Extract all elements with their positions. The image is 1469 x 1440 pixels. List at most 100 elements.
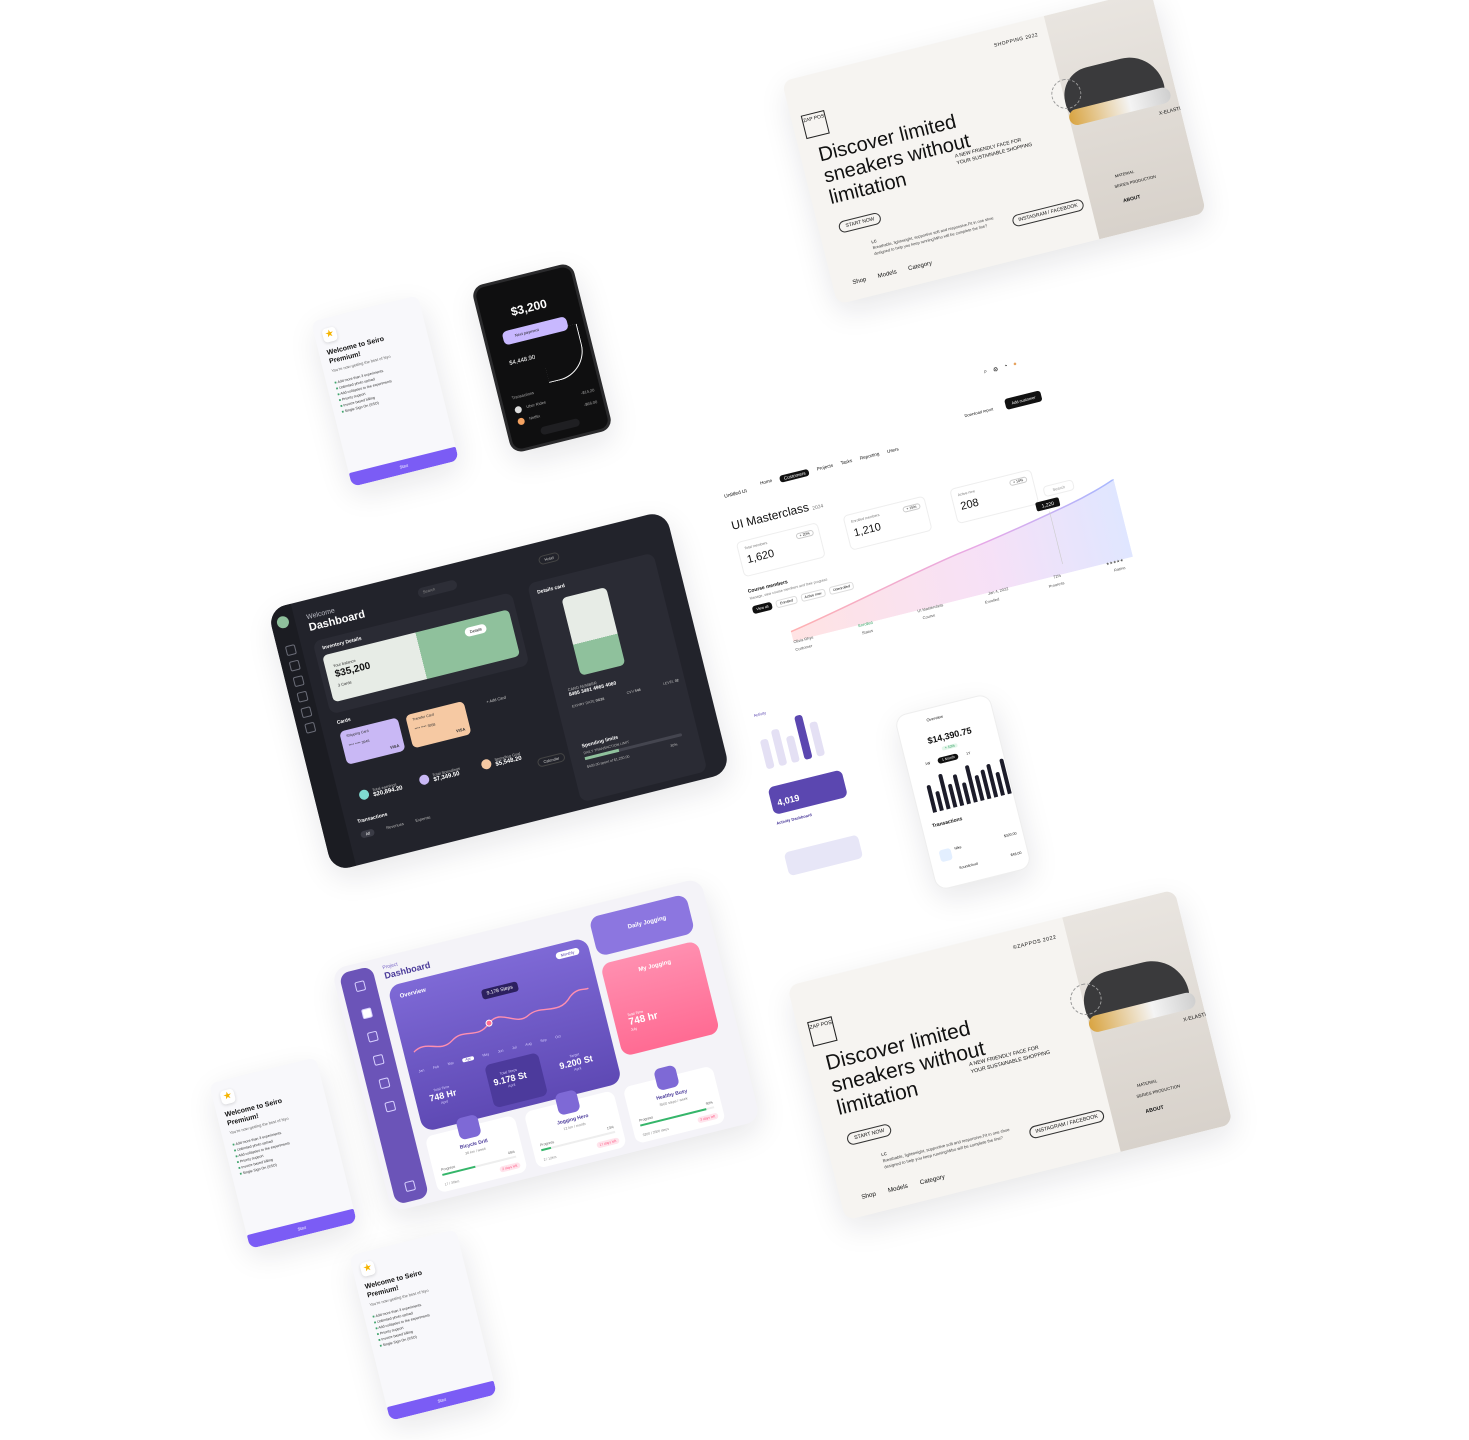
period-select[interactable]: Monthly	[555, 947, 581, 960]
message-icon[interactable]	[300, 706, 313, 719]
stat-badge: + 15%	[901, 502, 922, 514]
card-brand: VISA	[455, 726, 466, 734]
expiry-label: EXPIRY DATE	[571, 699, 596, 709]
feature-list: Add more than 3 experiments Unlimited ph…	[372, 1301, 435, 1349]
brand-name: Untitled UI	[723, 488, 748, 500]
nav-users[interactable]: Users	[886, 446, 899, 456]
tile-pct: 45%	[507, 1149, 516, 1156]
tile-tag: 17 days left	[595, 1137, 620, 1149]
footer-nav: Shop Models Category	[861, 1174, 946, 1201]
tile-healthy-busy[interactable]: Healthy Busy 3500 steps / week Progress …	[622, 1064, 726, 1145]
level-label: LEVEL	[662, 679, 675, 687]
level-value: 02	[674, 678, 680, 684]
bell-icon[interactable]	[354, 980, 367, 993]
steps-panel[interactable]: 4,019	[767, 769, 849, 816]
nav-category[interactable]: Category	[919, 1174, 945, 1186]
cell-progress: 72%	[1052, 572, 1062, 580]
nav-shop[interactable]: Shop	[852, 277, 867, 286]
settings-icon[interactable]: ⚙	[992, 366, 1000, 374]
cvv-value: 546	[634, 687, 642, 694]
logout-icon[interactable]	[404, 1180, 417, 1193]
premium-modal-2: ★ Welcome to Seiro Premium! You're now g…	[209, 1057, 357, 1249]
nav-shop[interactable]: Shop	[861, 1191, 877, 1201]
calendar-button[interactable]: Calendar	[536, 752, 567, 768]
bell-icon[interactable]: ◔	[1003, 364, 1008, 372]
transactions-title: Transactions	[356, 811, 389, 826]
activity-bar	[785, 734, 801, 764]
tab-expense[interactable]: Expense	[415, 814, 432, 825]
bottom-nav[interactable]	[539, 417, 581, 436]
month: Jan	[418, 1068, 425, 1074]
social-link[interactable]: INSTAGRAM / FACEBOOK	[1011, 198, 1085, 228]
my-jogging-card[interactable]: My Jogging Total Time 748 hr July	[600, 940, 721, 1057]
start-button[interactable]: Start	[386, 1380, 497, 1421]
earnings-icon	[358, 788, 371, 801]
seg-1w[interactable]: 1W	[921, 759, 935, 768]
stat-label: Active now	[957, 489, 976, 498]
avatar[interactable]	[275, 614, 291, 630]
start-now-button[interactable]: START NOW	[837, 211, 883, 234]
seg-1m[interactable]: 1 Month	[937, 753, 960, 764]
col-status: Status	[861, 627, 874, 636]
desc-text: Breathable, lightweight, supportive soft…	[882, 1126, 1010, 1170]
start-button[interactable]: Start	[246, 1208, 357, 1249]
route-map[interactable]	[783, 834, 864, 877]
finance-phone: Overview $14,390.75 + 10% 1W 1 Month 1Y …	[893, 692, 1033, 892]
add-customer-button[interactable]: Add customer	[1004, 390, 1043, 410]
cvv-label: CVV	[626, 689, 635, 696]
tile-progress-fill	[541, 1146, 552, 1152]
nav-home[interactable]: Home	[760, 478, 774, 488]
shipping-card[interactable]: Shipping Card **** **** 3946 VISA	[339, 717, 406, 765]
month: Feb	[432, 1064, 440, 1070]
card-type: Transfer Card	[411, 712, 435, 722]
tx-row[interactable]: Nike $320.00	[954, 831, 1017, 850]
vertical-card[interactable]	[561, 587, 626, 676]
card-icon[interactable]	[296, 690, 309, 703]
nav-models[interactable]: Models	[877, 269, 897, 280]
nav-projects[interactable]: Projects	[816, 463, 834, 474]
feature-list: Add more than 3 experiments Unlimited ph…	[334, 367, 397, 415]
settings-icon[interactable]	[384, 1100, 397, 1113]
transfer-card[interactable]: Transfer Card **** **** 3958 VISA	[405, 700, 472, 749]
nav-category[interactable]: Category	[908, 261, 933, 273]
hotel-button[interactable]: Hotel	[537, 551, 561, 566]
month: May	[482, 1052, 490, 1058]
tab-revenues[interactable]: Revenues	[386, 821, 405, 832]
stat-value: 208	[959, 496, 981, 513]
seg-1y[interactable]: 1Y	[962, 749, 975, 758]
wallet-amount: $4,448.90	[508, 354, 537, 367]
search-input[interactable]: Search	[416, 579, 459, 599]
nav-tasks[interactable]: Tasks	[840, 458, 853, 468]
chart-icon[interactable]	[372, 1053, 385, 1066]
tx-name: Soundcloud	[958, 861, 979, 871]
finance-bar	[926, 784, 938, 813]
download-report-button[interactable]: Download report	[964, 406, 994, 418]
nav-models[interactable]: Models	[887, 1183, 908, 1194]
goal-stat: Spending Goal $5,548.20	[494, 751, 523, 768]
start-now-button[interactable]: START NOW	[845, 1122, 894, 1147]
home-icon[interactable]	[360, 1007, 374, 1020]
add-card-button[interactable]: + Add Card	[486, 695, 507, 705]
overview-title: Overview	[399, 987, 427, 1000]
search-icon[interactable]: ⌕	[983, 369, 988, 377]
filter-view-all[interactable]: View all	[751, 601, 774, 615]
home-icon[interactable]	[284, 644, 297, 657]
tx-row[interactable]: Soundcloud $48.00	[959, 851, 1022, 870]
fitness-dashboard: Project Dashboard Overview Monthly 9.178…	[331, 877, 761, 1213]
nav-customers[interactable]: Customers	[779, 468, 811, 483]
activity-dashboard-title: Activity Dashboard	[775, 812, 813, 826]
social-link[interactable]: INSTAGRAM / FACEBOOK	[1028, 1108, 1106, 1140]
chart-icon[interactable]	[292, 675, 305, 688]
start-button[interactable]: Start	[348, 446, 459, 487]
my-jogging-title: My Jogging	[637, 959, 672, 974]
calendar-icon[interactable]	[378, 1077, 391, 1090]
avatar[interactable]: ●	[1013, 361, 1018, 369]
tab-all[interactable]: All	[359, 828, 376, 839]
file-icon[interactable]	[366, 1030, 379, 1043]
wallet-icon[interactable]	[288, 659, 301, 672]
month-selected[interactable]: Apr	[462, 1055, 475, 1063]
nav-reporting[interactable]: Reporting	[859, 451, 880, 463]
settings-icon[interactable]	[304, 721, 317, 734]
tile-goal: 17 / 30km	[444, 1179, 460, 1187]
my-jogging-stat: Total Time 748 hr July	[627, 1006, 660, 1032]
